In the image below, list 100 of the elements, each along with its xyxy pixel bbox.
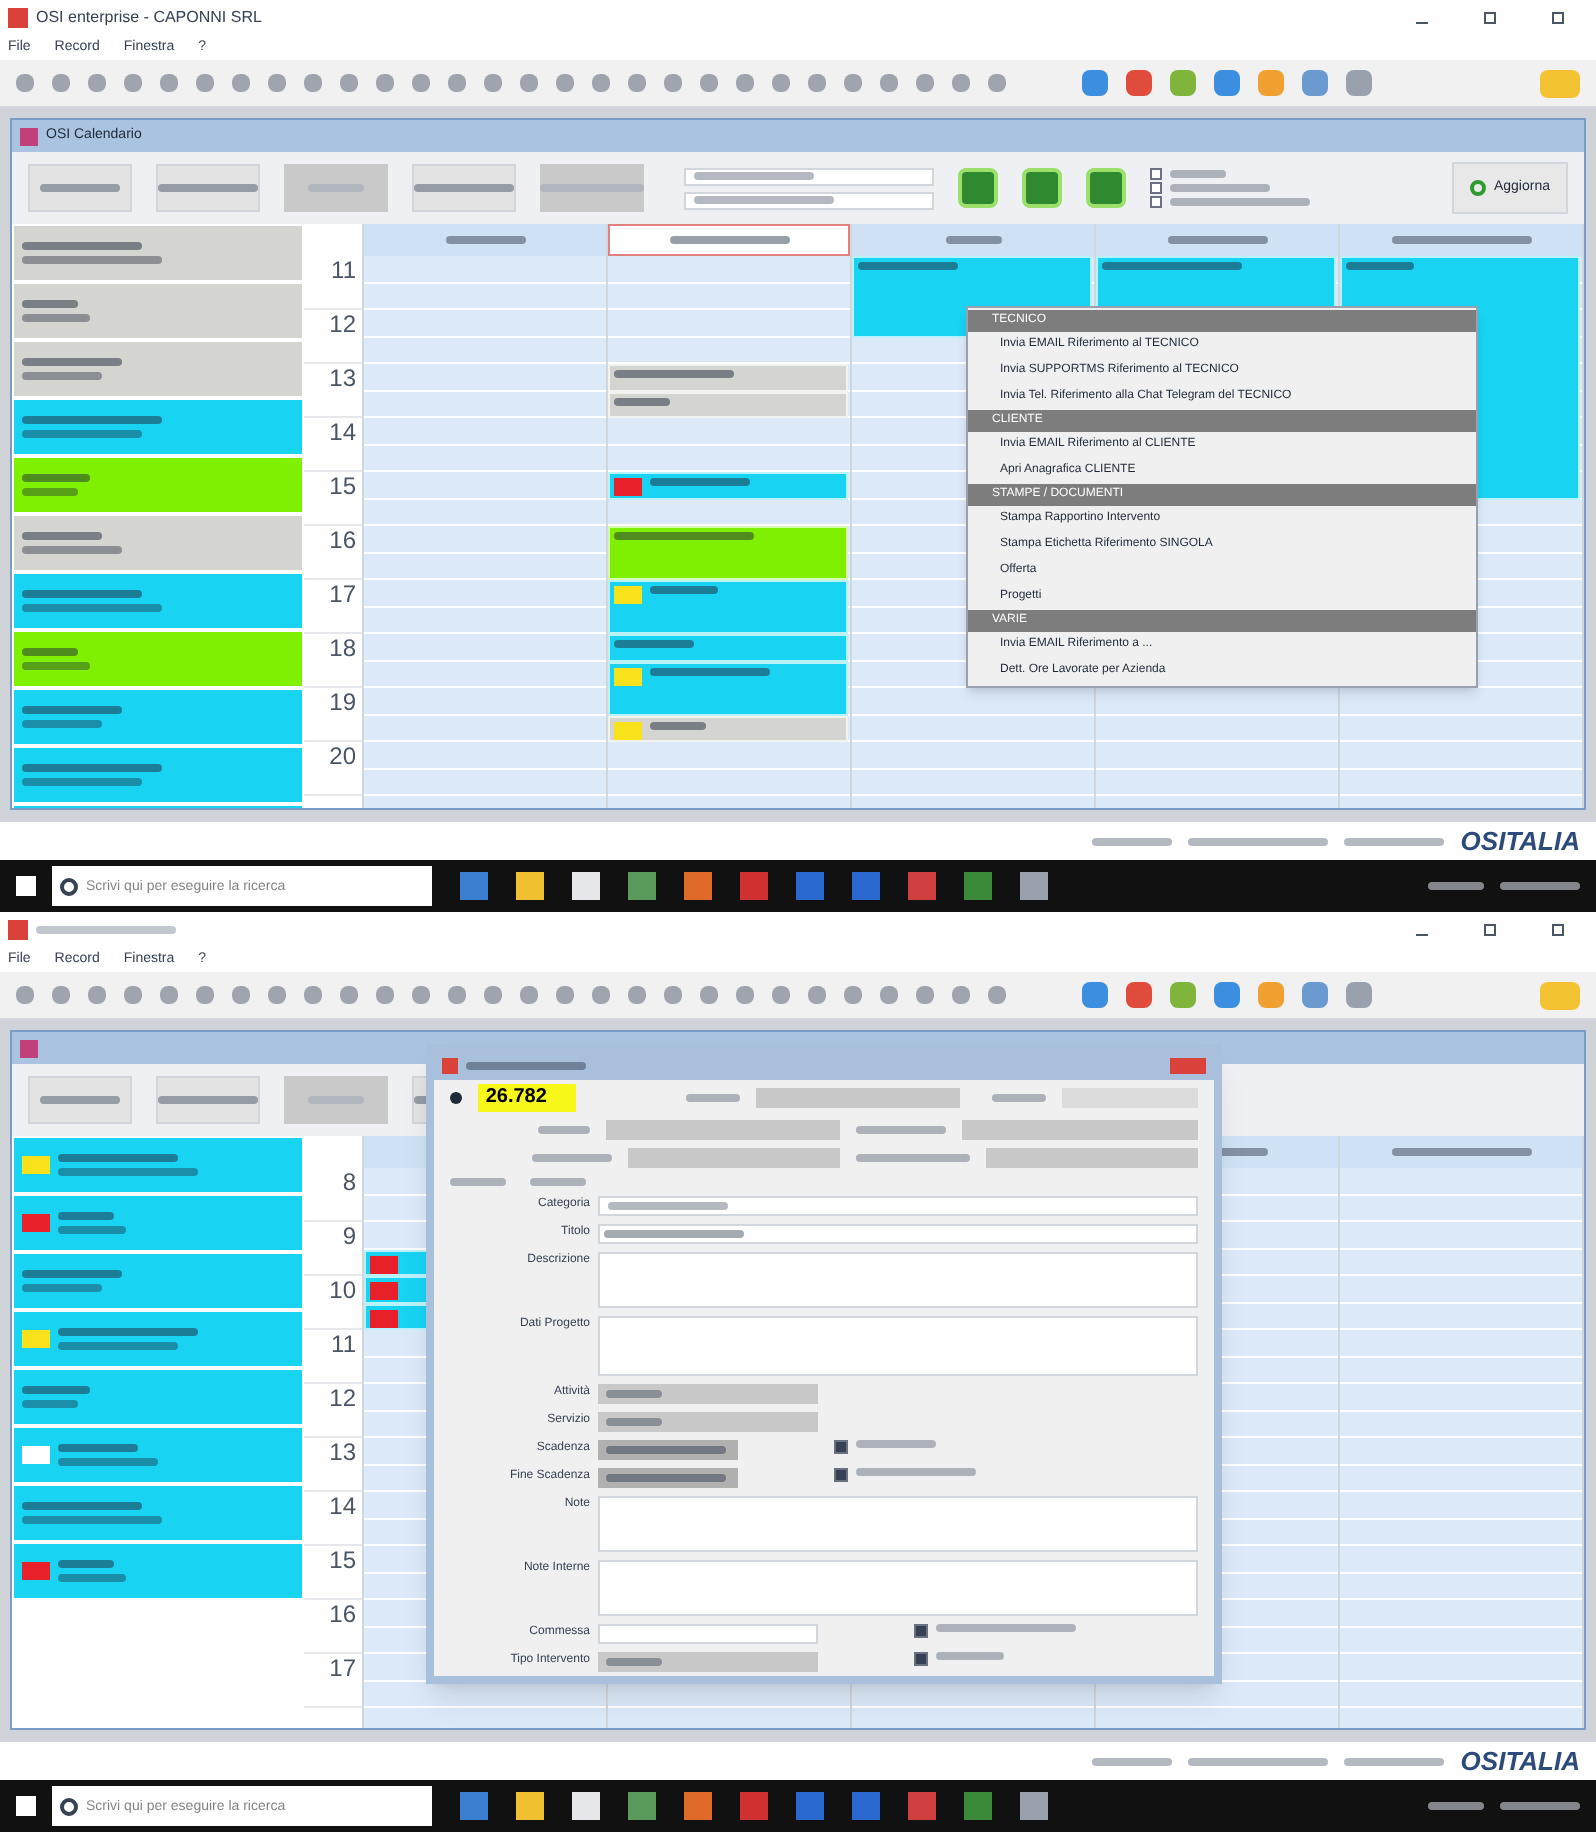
toolbar-icon[interactable] [1082,982,1108,1008]
calendar-event[interactable] [1096,256,1336,310]
day-header[interactable] [1340,1136,1582,1168]
calendar-view-icon[interactable] [1022,168,1062,208]
toolbar-icon[interactable] [1170,982,1196,1008]
app-icon [20,127,38,145]
assignee-field[interactable] [628,1148,841,1168]
maximize-icon[interactable] [1484,924,1496,936]
checkbox[interactable] [1150,182,1162,194]
appointment-card[interactable] [14,1196,302,1250]
text-field[interactable] [598,1316,1198,1376]
appointment-card[interactable] [14,400,302,454]
toolbar-icon[interactable] [1082,70,1108,96]
logo-icon [1540,981,1580,1009]
dropdown-field[interactable] [598,1652,818,1672]
dropdown-field[interactable] [598,1412,818,1432]
checkbox[interactable] [914,1624,928,1638]
date-field[interactable] [598,1440,738,1460]
calendar-event[interactable] [608,391,848,418]
calendar-event[interactable] [608,526,848,580]
text-field[interactable] [598,1560,1198,1616]
toolbar-button[interactable] [28,164,132,212]
day-header[interactable] [852,224,1094,256]
blurred-text [1170,170,1226,178]
appointment-card[interactable] [14,516,302,570]
appointment-card[interactable] [14,1486,302,1540]
day-header[interactable] [364,224,606,256]
toolbar-icon[interactable] [1258,982,1284,1008]
calendar-view-icon[interactable] [958,168,998,208]
number-field[interactable]: 26.782 [477,1084,576,1112]
appointment-card[interactable] [14,574,302,628]
text-field[interactable] [598,1224,1198,1244]
text-field[interactable] [598,1252,1198,1308]
toolbar-icon[interactable] [1346,70,1372,96]
appointment-card[interactable] [14,1312,302,1366]
day-header[interactable] [1340,224,1582,256]
toolbar-icon[interactable] [1126,982,1152,1008]
close-icon[interactable] [1552,12,1564,24]
blurred-text [1092,837,1173,845]
appointment-card[interactable] [14,284,302,338]
toolbar-icon[interactable] [1214,70,1240,96]
appointment-card[interactable] [14,458,302,512]
calendar-event[interactable] [608,472,848,499]
toolbar-icon[interactable] [1170,70,1196,96]
dropdown-field[interactable] [684,191,934,209]
blurred-text [614,640,694,648]
brand-logo: OSITALIA [1460,823,1580,860]
blurred-text [58,1212,114,1220]
appointment-card[interactable] [14,1254,302,1308]
windows-start-icon[interactable] [16,876,36,896]
calendar-event[interactable] [608,634,848,661]
checkbox[interactable] [914,1652,928,1666]
text-field[interactable] [598,1496,1198,1552]
dropdown-field[interactable] [684,167,934,185]
checkbox[interactable] [1150,168,1162,180]
checkbox[interactable] [834,1440,848,1454]
blurred-text [22,474,90,482]
toolbar-icon[interactable] [1126,70,1152,96]
appointment-card[interactable] [14,342,302,396]
appointment-card[interactable] [14,690,302,744]
blurred-text [1170,198,1310,206]
toolbar-icon[interactable] [1302,70,1328,96]
day-header[interactable] [608,224,850,256]
assignee-field[interactable] [605,1120,841,1140]
checkbox[interactable] [1150,196,1162,208]
status-field[interactable] [755,1088,960,1108]
day-header[interactable] [1096,224,1338,256]
blurred-text [22,1270,122,1278]
calendar-event[interactable] [608,580,848,634]
windows-start-icon[interactable] [16,1796,36,1816]
date-field[interactable] [598,1468,738,1488]
appointment-card[interactable] [14,1428,302,1482]
calendar-view-icon[interactable] [1086,168,1126,208]
blurred-text [650,586,718,594]
checkbox[interactable] [834,1468,848,1482]
toolbar-button[interactable] [412,164,516,212]
appointment-card[interactable] [14,1544,302,1598]
calendar-event[interactable] [608,364,848,391]
calendar-event[interactable] [608,661,848,715]
appointment-card[interactable] [14,748,302,802]
date-field[interactable] [986,1148,1199,1168]
appointment-card[interactable] [14,1370,302,1424]
text-field[interactable] [598,1624,818,1644]
toolbar-icon[interactable] [1258,70,1284,96]
toolbar-icon[interactable] [1346,982,1372,1008]
date-field[interactable] [962,1120,1198,1140]
appointment-card[interactable] [14,226,302,280]
close-icon[interactable] [1552,924,1564,936]
appointment-card[interactable] [14,1138,302,1192]
toolbar-icon[interactable] [1214,982,1240,1008]
appointment-card[interactable] [14,632,302,686]
maximize-icon[interactable] [1484,12,1496,24]
blurred-text [604,1230,744,1238]
dropdown-field[interactable] [598,1384,818,1404]
toolbar-button[interactable] [28,1076,132,1124]
calendar-event[interactable] [608,715,848,742]
dropdown-field[interactable] [598,1196,1198,1216]
toolbar-button[interactable] [156,164,260,212]
toolbar-button[interactable] [156,1076,260,1124]
toolbar-icon[interactable] [1302,982,1328,1008]
